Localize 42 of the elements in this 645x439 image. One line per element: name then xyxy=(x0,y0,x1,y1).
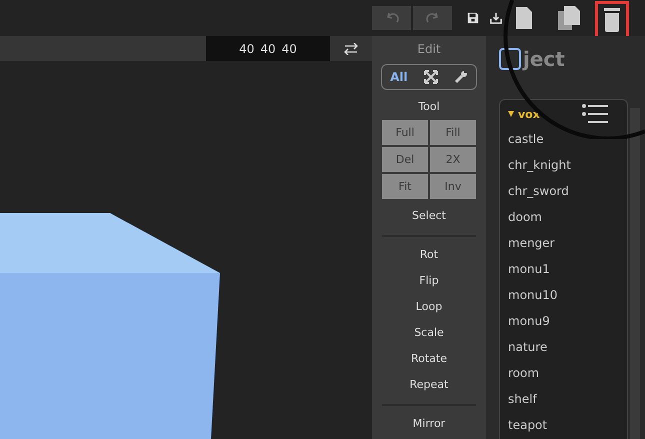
action-button[interactable]: Rot xyxy=(420,242,438,268)
file-item[interactable]: monu1 xyxy=(508,256,550,282)
file-item[interactable]: room xyxy=(508,360,540,386)
copy-icon xyxy=(557,5,581,31)
action-button[interactable]: Repeat xyxy=(410,372,448,398)
panel-title: ject xyxy=(523,47,565,71)
file-item[interactable]: monu9 xyxy=(508,308,550,334)
section-label: Select xyxy=(412,208,446,224)
list-icon[interactable] xyxy=(581,103,609,125)
action-button[interactable]: Mirror xyxy=(412,411,446,437)
wrench-icon xyxy=(454,70,468,84)
redo-icon xyxy=(426,12,440,24)
mode-tab[interactable]: All xyxy=(390,67,408,87)
file-item[interactable]: chr_knight xyxy=(508,152,571,178)
trash-icon xyxy=(603,7,621,33)
file-item[interactable]: menger xyxy=(508,230,555,256)
expand-mode-tab[interactable] xyxy=(424,67,438,87)
swap-button[interactable] xyxy=(330,36,372,61)
file-item[interactable]: nature xyxy=(508,334,548,360)
action-button[interactable]: Scale xyxy=(414,320,444,346)
action-button[interactable]: Loop xyxy=(416,294,442,320)
folder-item[interactable]: vox xyxy=(508,108,540,120)
file-item[interactable]: monu10 xyxy=(508,282,558,308)
action-button[interactable]: Flip xyxy=(419,268,439,294)
action-button[interactable]: Rotate xyxy=(410,346,447,372)
square-outline-icon[interactable] xyxy=(499,48,521,70)
section-label: Tool xyxy=(418,99,440,115)
file-item[interactable]: teapot xyxy=(508,412,548,438)
swap-icon xyxy=(344,42,358,54)
caret-icon xyxy=(508,111,514,117)
file-item[interactable]: chr_sword xyxy=(508,178,569,204)
scrollbar[interactable] xyxy=(630,108,640,439)
panel-title: Edit xyxy=(417,41,441,58)
size-field[interactable]: 40 40 40 xyxy=(206,36,330,61)
download-icon xyxy=(490,11,502,25)
file-item[interactable]: castle xyxy=(508,126,544,152)
file-item[interactable]: doom xyxy=(508,204,542,230)
file-icon xyxy=(515,6,533,30)
save-icon xyxy=(467,11,479,25)
file-item[interactable]: shelf xyxy=(508,386,537,412)
expand-icon xyxy=(424,70,438,84)
undo-icon xyxy=(384,12,398,24)
